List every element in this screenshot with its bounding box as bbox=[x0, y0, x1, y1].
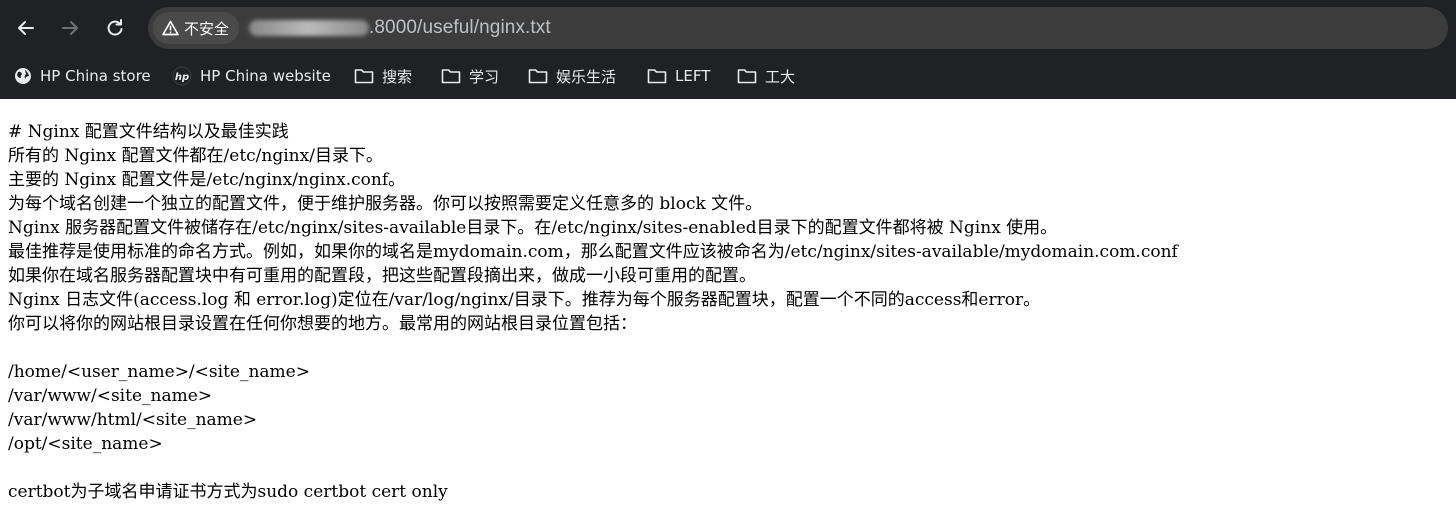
bookmark-folder-entertainment[interactable]: 娱乐生活 bbox=[522, 61, 622, 91]
forward-button[interactable] bbox=[54, 12, 86, 44]
doc-line: Nginx 服务器配置文件被储存在/etc/nginx/sites-availa… bbox=[8, 218, 1058, 238]
bookmark-label: 学习 bbox=[469, 67, 500, 86]
doc-path-line: /opt/<site_name> bbox=[8, 434, 163, 454]
bookmark-label: HP China store bbox=[40, 67, 151, 85]
folder-icon bbox=[441, 69, 461, 84]
bookmark-label: 搜索 bbox=[382, 67, 413, 86]
bookmark-label: LEFT bbox=[675, 67, 711, 85]
doc-line: 你可以将你的网站根目录设置在任何你想要的地方。最常用的网站根目录位置包括： bbox=[8, 314, 637, 334]
url-host-redacted bbox=[249, 20, 370, 36]
doc-path-line: /home/<user_name>/<site_name> bbox=[8, 362, 310, 382]
bookmark-label: 工大 bbox=[765, 67, 796, 86]
warning-icon bbox=[162, 20, 179, 36]
bookmark-folder-left[interactable]: LEFT bbox=[641, 61, 716, 91]
svg-text:hp: hp bbox=[175, 72, 189, 83]
arrow-right-icon bbox=[62, 21, 78, 35]
doc-line: Nginx 日志文件(access.log 和 error.log)定位在/va… bbox=[8, 290, 1041, 310]
bookmark-folder-study[interactable]: 学习 bbox=[435, 61, 505, 91]
browser-toolbar: 不安全 .8000/useful/nginx.txt bbox=[0, 0, 1456, 56]
document-body: # Nginx 配置文件结构以及最佳实践 所有的 Nginx 配置文件都在/et… bbox=[8, 120, 1448, 504]
browser-chrome: 不安全 .8000/useful/nginx.txt HP China stor… bbox=[0, 0, 1456, 99]
folder-icon bbox=[737, 69, 757, 84]
doc-line: 如果你在域名服务器配置块中有可重用的配置段，把这些配置段摘出来，做成一小段可重用… bbox=[8, 266, 756, 286]
globe-icon bbox=[15, 68, 31, 84]
folder-icon bbox=[647, 69, 667, 84]
hp-logo-icon: hp bbox=[172, 66, 192, 86]
bookmark-hp-china-store[interactable]: HP China store bbox=[8, 61, 157, 91]
doc-path-line: /var/www/<site_name> bbox=[8, 386, 213, 406]
reload-button[interactable] bbox=[99, 12, 131, 44]
bookmark-label: 娱乐生活 bbox=[556, 67, 617, 86]
doc-line: certbot为子域名申请证书方式为sudo certbot cert only bbox=[8, 482, 448, 502]
doc-line: 最佳推荐是使用标准的命名方式。例如，如果你的域名是mydomain.com，那么… bbox=[8, 242, 1178, 262]
url-text: .8000/useful/nginx.txt bbox=[369, 17, 551, 38]
arrow-left-icon bbox=[18, 21, 34, 35]
bookmark-folder-gongda[interactable]: 工大 bbox=[731, 61, 801, 91]
doc-line: 为每个域名创建一个独立的配置文件，便于维护服务器。你可以按照需要定义任意多的 b… bbox=[8, 194, 763, 214]
doc-path-line: /var/www/html/<site_name> bbox=[8, 410, 258, 430]
doc-heading: # Nginx 配置文件结构以及最佳实践 bbox=[8, 122, 289, 142]
doc-line: 所有的 Nginx 配置文件都在/etc/nginx/目录下。 bbox=[8, 146, 383, 166]
address-bar[interactable]: 不安全 .8000/useful/nginx.txt bbox=[148, 7, 1448, 49]
reload-icon bbox=[107, 19, 123, 36]
doc-blank-line bbox=[8, 456, 1448, 480]
bookmark-folder-search[interactable]: 搜索 bbox=[348, 61, 418, 91]
doc-blank-line bbox=[8, 336, 1448, 360]
bookmark-label: HP China website bbox=[200, 67, 331, 85]
folder-icon bbox=[528, 69, 548, 84]
folder-icon bbox=[354, 69, 374, 84]
bookmark-hp-china-website[interactable]: hp HP China website bbox=[166, 61, 337, 91]
security-label: 不安全 bbox=[184, 19, 230, 38]
doc-line: 主要的 Nginx 配置文件是/etc/nginx/nginx.conf。 bbox=[8, 170, 406, 190]
back-button[interactable] bbox=[10, 12, 42, 44]
bookmarks-bar: HP China store hp HP China website 搜索 学习 bbox=[0, 56, 1456, 99]
security-chip[interactable]: 不安全 bbox=[153, 12, 240, 44]
